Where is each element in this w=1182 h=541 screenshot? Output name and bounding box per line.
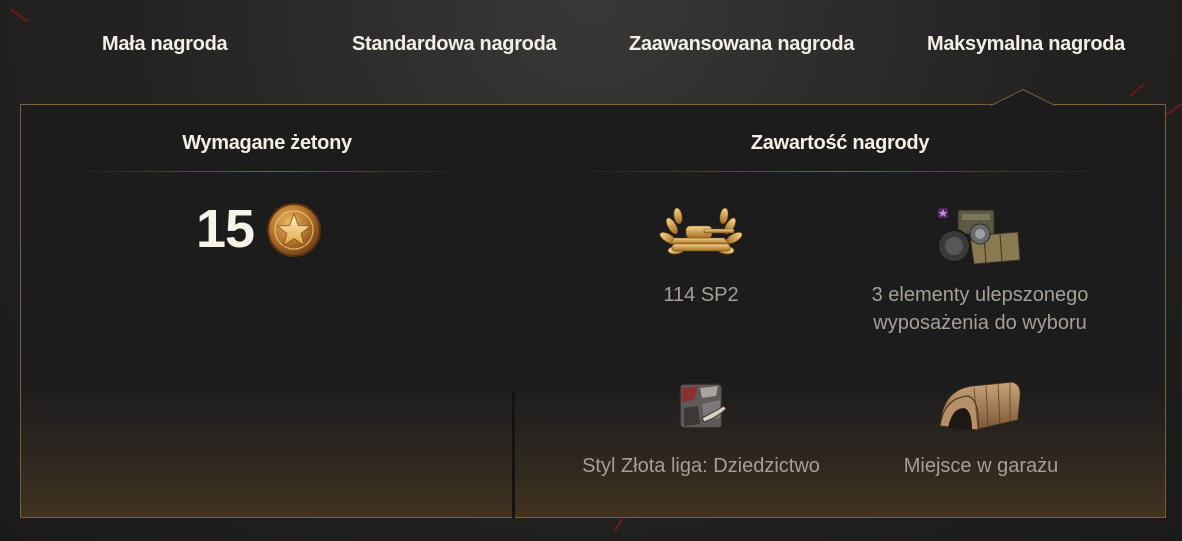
required-tokens-title: Wymagane żetony [182, 132, 352, 154]
reward-label-garage: Miejsce w garażu [903, 455, 1059, 477]
reward-label-tank: 114 SP2 [663, 284, 739, 306]
gold-star-coin-icon [266, 202, 322, 258]
active-tab-indicator [991, 89, 1055, 106]
tab-small-reward[interactable]: Mała nagroda [102, 30, 228, 58]
reward-label-equipment-line2: wyposażenia do wyboru [873, 312, 1087, 334]
tab-standard-reward[interactable]: Standardowa nagroda [352, 30, 557, 58]
background-scratch [614, 518, 623, 532]
reward-label-equipment-line1: 3 elementy ulepszonego [871, 284, 1089, 306]
title-underline [70, 171, 464, 172]
token-count: 15 [196, 199, 255, 259]
laurel-tank-icon [656, 198, 746, 268]
style-camo-icon [672, 378, 730, 434]
section-divider [512, 392, 515, 518]
equipment-crate-icon [934, 202, 1024, 270]
reward-label-equipment: 3 elementy ulepszonego wyposażenia do wy… [860, 281, 1100, 337]
tab-maximum-reward[interactable]: Maksymalna nagroda [927, 30, 1125, 58]
reward-label-style: Styl Złota liga: Dziedzictwo [582, 455, 820, 477]
reward-contents-title: Zawartość nagrody [750, 132, 930, 154]
tab-advanced-reward[interactable]: Zaawansowana nagroda [629, 30, 854, 58]
title-underline [565, 171, 1115, 172]
reward-tier-tabs: Mała nagroda Standardowa nagroda Zaawans… [0, 0, 1182, 90]
garage-slot-icon [934, 376, 1024, 436]
